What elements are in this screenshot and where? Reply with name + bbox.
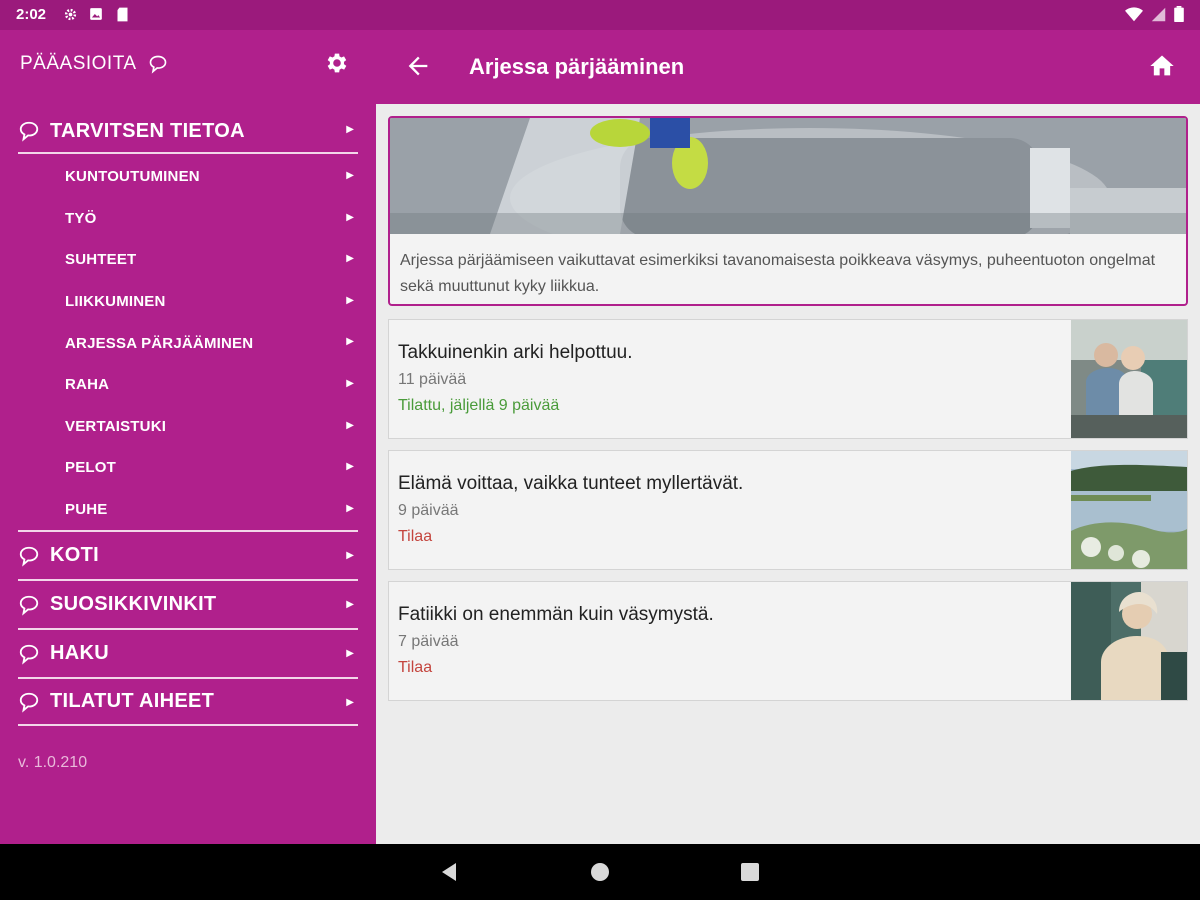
speech-bubble-icon bbox=[18, 545, 40, 567]
wifi-icon bbox=[1125, 6, 1143, 27]
submenu-item-label: SUHTEET bbox=[65, 251, 137, 269]
topic-intro-card: Arjessa pärjäämiseen vaikuttavat esimerk… bbox=[388, 116, 1188, 306]
home-circle-icon[interactable] bbox=[588, 860, 612, 884]
submenu-item-kuntoutuminen[interactable]: KUNTOUTUMINEN ▶ bbox=[18, 156, 358, 198]
menu-item-label: TILATUT AIHEET bbox=[50, 690, 215, 713]
navigation-drawer: PÄÄASIOITA TARVITSEN TIETOA ▶ KUNTOUTUMI… bbox=[0, 30, 376, 844]
chevron-right-icon: ▶ bbox=[346, 697, 354, 709]
menu-item-tarvitsen-tietoa[interactable]: TARVITSEN TIETOA ▶ bbox=[18, 110, 358, 154]
submenu-item-label: LIIKKUMINEN bbox=[65, 293, 166, 311]
chevron-right-icon: ▶ bbox=[346, 336, 354, 348]
menu-item-label: KOTI bbox=[50, 544, 99, 567]
subscription-status[interactable]: Tilattu, jäljellä 9 päivää bbox=[398, 397, 559, 415]
card-title: Fatiikki on enemmän kuin väsymystä. bbox=[398, 604, 714, 625]
card-thumbnail bbox=[1071, 451, 1187, 569]
app-bar: Arjessa pärjääminen bbox=[376, 30, 1200, 104]
submenu-item-vertaistuki[interactable]: VERTAISTUKI ▶ bbox=[18, 406, 358, 448]
submenu-item-arjessa-parjaaminen[interactable]: ARJESSA PÄRJÄÄMINEN ▶ bbox=[18, 322, 358, 364]
signal-icon bbox=[1151, 7, 1166, 27]
battery-icon bbox=[1174, 6, 1184, 27]
subscribe-link[interactable]: Tilaa bbox=[398, 659, 432, 677]
chevron-right-icon: ▶ bbox=[346, 648, 354, 660]
speech-bubble-icon bbox=[18, 120, 40, 142]
recents-square-icon[interactable] bbox=[738, 860, 762, 884]
card-duration: 11 päivää bbox=[398, 371, 467, 388]
card-thumbnail bbox=[1071, 582, 1187, 700]
card-title: Elämä voittaa, vaikka tunteet myllertävä… bbox=[398, 473, 744, 494]
menu-item-label: HAKU bbox=[50, 642, 109, 665]
back-arrow-icon[interactable] bbox=[404, 52, 432, 80]
chevron-right-icon: ▶ bbox=[346, 170, 354, 181]
topic-card[interactable]: Takkuinenkin arki helpottuu. 11 päivää T… bbox=[388, 319, 1188, 439]
chevron-right-icon: ▶ bbox=[346, 294, 354, 306]
drawer-menu: TARVITSEN TIETOA ▶ KUNTOUTUMINEN ▶ TYÖ ▶ S… bbox=[18, 110, 358, 727]
sd-card-icon bbox=[114, 6, 130, 22]
system-navigation-bar bbox=[0, 844, 1200, 900]
card-title: Takkuinenkin arki helpottuu. bbox=[398, 342, 633, 363]
page-title: Arjessa pärjääminen bbox=[469, 54, 685, 79]
submenu-item-label: KUNTOUTUMINEN bbox=[65, 168, 200, 186]
card-thumbnail bbox=[1071, 320, 1187, 438]
chevron-right-icon: ▶ bbox=[346, 461, 354, 473]
speech-bubble-icon bbox=[18, 691, 40, 713]
chevron-right-icon: ▶ bbox=[346, 211, 354, 223]
topic-card[interactable]: Fatiikki on enemmän kuin väsymystä. 7 pä… bbox=[388, 581, 1188, 701]
content-area: Arjessa pärjäämiseen vaikuttavat esimerk… bbox=[376, 104, 1200, 844]
submenu-item-tyo[interactable]: TYÖ ▶ bbox=[18, 198, 358, 240]
speech-bubble-icon bbox=[18, 643, 40, 665]
status-time: 2:02 bbox=[16, 6, 47, 23]
status-bar: 2:02 bbox=[0, 0, 1200, 30]
gear-icon[interactable] bbox=[324, 50, 350, 76]
settings-icon bbox=[62, 6, 78, 22]
back-triangle-icon[interactable] bbox=[438, 860, 462, 884]
submenu-item-label: PUHE bbox=[65, 501, 108, 519]
submenu-item-label: PELOT bbox=[65, 459, 117, 477]
menu-item-tilatut-aiheet[interactable]: TILATUT AIHEET ▶ bbox=[18, 677, 358, 727]
chevron-right-icon: ▶ bbox=[346, 253, 354, 265]
menu-item-suosikkivinkit[interactable]: SUOSIKKIVINKIT ▶ bbox=[18, 579, 358, 628]
submenu-item-pelot[interactable]: PELOT ▶ bbox=[18, 447, 358, 489]
submenu-item-label: RAHA bbox=[65, 376, 110, 394]
menu-item-label: SUOSIKKIVINKIT bbox=[50, 593, 217, 616]
card-duration: 7 päivää bbox=[398, 633, 459, 650]
topic-description: Arjessa pärjäämiseen vaikuttavat esimerk… bbox=[400, 252, 1156, 295]
speech-bubble-icon bbox=[148, 54, 168, 79]
submenu-item-suhteet[interactable]: SUHTEET ▶ bbox=[18, 239, 358, 281]
app-version: v. 1.0.210 bbox=[18, 754, 88, 771]
drawer-title: PÄÄASIOITA bbox=[20, 53, 137, 74]
submenu: KUNTOUTUMINEN ▶ TYÖ ▶ SUHTEET ▶ LIIKKUMINEN… bbox=[18, 154, 358, 530]
topic-card[interactable]: Elämä voittaa, vaikka tunteet myllertävä… bbox=[388, 450, 1188, 570]
submenu-item-label: ARJESSA PÄRJÄÄMINEN bbox=[65, 334, 254, 352]
chevron-right-icon: ▶ bbox=[346, 550, 354, 562]
chevron-right-icon: ▶ bbox=[346, 419, 354, 431]
menu-item-koti[interactable]: KOTI ▶ bbox=[18, 530, 358, 579]
chevron-right-icon: ▶ bbox=[346, 502, 354, 514]
topic-hero-image bbox=[390, 118, 1186, 234]
chevron-right-icon: ▶ bbox=[346, 377, 354, 389]
speech-bubble-icon bbox=[18, 594, 40, 616]
image-icon bbox=[88, 6, 104, 22]
menu-item-haku[interactable]: HAKU ▶ bbox=[18, 628, 358, 677]
menu-item-label: TARVITSEN TIETOA bbox=[50, 119, 245, 142]
submenu-item-label: VERTAISTUKI bbox=[65, 417, 167, 435]
chevron-right-icon: ▶ bbox=[346, 599, 354, 611]
submenu-item-liikkuminen[interactable]: LIIKKUMINEN ▶ bbox=[18, 281, 358, 323]
drawer-header: PÄÄASIOITA bbox=[20, 50, 356, 80]
subscribe-link[interactable]: Tilaa bbox=[398, 528, 432, 546]
submenu-item-label: TYÖ bbox=[65, 209, 97, 227]
submenu-item-puhe[interactable]: PUHE ▶ bbox=[18, 489, 358, 531]
submenu-item-raha[interactable]: RAHA ▶ bbox=[18, 364, 358, 406]
chevron-right-icon: ▶ bbox=[346, 124, 354, 135]
home-icon[interactable] bbox=[1148, 52, 1176, 80]
card-duration: 9 päivää bbox=[398, 502, 459, 519]
